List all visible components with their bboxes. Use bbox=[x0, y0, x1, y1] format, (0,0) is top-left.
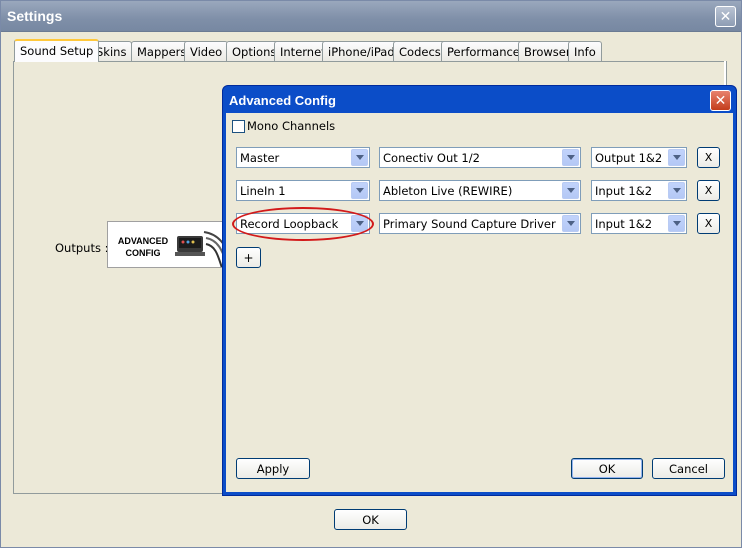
device-select[interactable]: Ableton Live (REWIRE) bbox=[379, 180, 581, 201]
device-select[interactable]: Conectiv Out 1/2 bbox=[379, 147, 581, 168]
chevron-down-icon[interactable] bbox=[562, 182, 579, 199]
io-select-value: Input 1&2 bbox=[595, 217, 653, 231]
io-select[interactable]: Output 1&2 bbox=[591, 147, 687, 168]
remove-row-button[interactable]: X bbox=[697, 147, 720, 168]
settings-ok-button[interactable]: OK bbox=[334, 509, 407, 530]
advanced-config-body bbox=[226, 113, 733, 492]
advanced-config-logo-text: ADVANCED CONFIG bbox=[117, 236, 169, 258]
channel-select-value: LineIn 1 bbox=[240, 184, 286, 198]
apply-button[interactable]: Apply bbox=[236, 458, 310, 479]
settings-close-button[interactable]: ✕ bbox=[715, 6, 736, 27]
chevron-down-icon[interactable] bbox=[351, 149, 368, 166]
channel-select[interactable]: LineIn 1 bbox=[236, 180, 370, 201]
advanced-config-close-button[interactable]: ✕ bbox=[710, 90, 731, 111]
mono-channels-label: Mono Channels bbox=[247, 119, 336, 133]
device-select-value: Primary Sound Capture Driver bbox=[383, 217, 556, 231]
device-select-value: Conectiv Out 1/2 bbox=[383, 151, 480, 165]
close-icon: ✕ bbox=[719, 8, 732, 25]
advanced-config-title: Advanced Config bbox=[229, 93, 336, 108]
remove-row-button[interactable]: X bbox=[697, 180, 720, 201]
remove-row-button[interactable]: X bbox=[697, 213, 720, 234]
channel-select[interactable]: Master bbox=[236, 147, 370, 168]
channel-select-value: Record Loopback bbox=[240, 217, 339, 231]
ok-button[interactable]: OK bbox=[571, 458, 643, 479]
tab-codecs[interactable]: Codecs bbox=[393, 41, 447, 61]
advanced-config-launcher[interactable]: ADVANCED CONFIG bbox=[107, 221, 232, 268]
settings-titlebar[interactable]: Settings bbox=[1, 1, 741, 32]
io-select-value: Input 1&2 bbox=[595, 184, 653, 198]
channel-select[interactable]: Record Loopback bbox=[236, 213, 370, 234]
io-select[interactable]: Input 1&2 bbox=[591, 180, 687, 201]
device-select-value: Ableton Live (REWIRE) bbox=[383, 184, 513, 198]
chevron-down-icon[interactable] bbox=[668, 215, 685, 232]
mono-channels-checkbox[interactable] bbox=[232, 120, 245, 133]
settings-title: Settings bbox=[7, 8, 63, 24]
tab-iphone-ipad[interactable]: iPhone/iPad bbox=[322, 41, 401, 61]
add-row-button[interactable]: + bbox=[236, 247, 261, 268]
chevron-down-icon[interactable] bbox=[351, 215, 368, 232]
cancel-button[interactable]: Cancel bbox=[652, 458, 725, 479]
chevron-down-icon[interactable] bbox=[351, 182, 368, 199]
tab-info[interactable]: Info bbox=[568, 41, 602, 61]
device-select[interactable]: Primary Sound Capture Driver bbox=[379, 213, 581, 234]
chevron-down-icon[interactable] bbox=[668, 182, 685, 199]
channel-select-value: Master bbox=[240, 151, 280, 165]
chevron-down-icon[interactable] bbox=[562, 215, 579, 232]
chevron-down-icon[interactable] bbox=[668, 149, 685, 166]
outputs-label: Outputs : bbox=[55, 241, 109, 255]
io-select[interactable]: Input 1&2 bbox=[591, 213, 687, 234]
chevron-down-icon[interactable] bbox=[562, 149, 579, 166]
tab-sound-setup[interactable]: Sound Setup bbox=[14, 39, 100, 62]
tab-video[interactable]: Video bbox=[184, 41, 229, 61]
io-select-value: Output 1&2 bbox=[595, 151, 663, 165]
close-icon: ✕ bbox=[714, 92, 727, 109]
